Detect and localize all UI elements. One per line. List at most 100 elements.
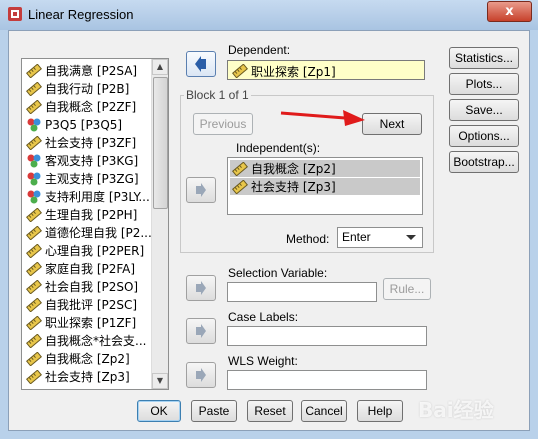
variable-item[interactable]: 社会自我 [P2SO]	[26, 278, 154, 295]
plots-button[interactable]: Plots...	[449, 73, 519, 95]
variable-item[interactable]: 社会支持 [Zp3]	[26, 368, 154, 385]
variable-item[interactable]: 自我行动 [P2B]	[26, 80, 154, 97]
scroll-down-button[interactable]: ▼	[152, 373, 168, 389]
variable-item[interactable]: 支持利用度 [P3LY...	[26, 188, 154, 205]
dependent-value: 职业探索 [Zp1]	[251, 65, 336, 79]
ruler-icon	[26, 315, 42, 330]
case-labels-label: Case Labels:	[228, 310, 299, 324]
variable-item[interactable]: 道德伦理自我 [P2...	[26, 224, 154, 241]
scroll-thumb[interactable]	[153, 77, 168, 209]
ruler-icon	[26, 333, 42, 348]
ruler-icon	[26, 351, 42, 366]
selection-variable-field[interactable]	[227, 282, 377, 302]
independents-label: Independent(s):	[236, 141, 321, 155]
variable-list-scrollbar[interactable]: ▲ ▼	[151, 59, 168, 389]
options-button[interactable]: Options...	[449, 125, 519, 147]
variable-label: 职业探索 [P1ZF]	[45, 316, 137, 330]
scroll-up-button[interactable]: ▲	[152, 59, 168, 75]
variable-item[interactable]: 生理自我 [P2PH]	[26, 206, 154, 223]
move-to-dependent-button[interactable]	[186, 51, 216, 77]
variable-label: 社会支持 [Zp3]	[45, 370, 130, 384]
variable-item[interactable]: 自我概念 [Zp2]	[26, 350, 154, 367]
linear-regression-window: Linear Regression x 社会支持 [Zp3] 自我概念 [Zp2]…	[0, 0, 538, 439]
variable-item[interactable]: 自我概念*社会支...	[26, 332, 154, 349]
arrow-right-icon	[196, 281, 206, 295]
title-bar[interactable]: Linear Regression x	[0, 0, 538, 30]
ruler-icon	[232, 179, 248, 194]
ruler-icon	[26, 63, 42, 78]
move-to-case-labels-button[interactable]	[186, 318, 216, 344]
method-select[interactable]: Enter	[337, 227, 423, 248]
ruler-icon	[232, 161, 248, 176]
ruler-icon	[232, 64, 248, 78]
watermark: Bai经验	[418, 398, 494, 422]
method-value: Enter	[342, 230, 371, 244]
variable-label: 自我概念*社会支...	[45, 334, 147, 348]
variable-label: 主观支持 [P3ZG]	[45, 172, 139, 186]
ruler-icon	[26, 225, 42, 240]
variable-label: P3Q5 [P3Q5]	[45, 117, 123, 132]
ok-button[interactable]: OK	[137, 400, 181, 422]
variable-item[interactable]: 社会支持 [P3ZF]	[26, 134, 154, 151]
variable-item[interactable]: 自我满意 [P2SA]	[26, 62, 154, 79]
variable-item[interactable]: 职业探索 [P1ZF]	[26, 314, 154, 331]
wls-weight-label: WLS Weight:	[228, 354, 298, 368]
dependent-field[interactable]: 职业探索 [Zp1]	[227, 60, 425, 80]
arrow-left-icon	[195, 56, 206, 72]
arrow-right-icon	[196, 183, 206, 197]
variable-item[interactable]: P3Q5 [P3Q5]	[26, 116, 154, 133]
nominal-icon	[27, 172, 41, 185]
ruler-icon	[26, 135, 42, 150]
paste-button[interactable]: Paste	[191, 400, 237, 422]
wls-weight-field[interactable]	[227, 370, 427, 390]
variable-item[interactable]: 主观支持 [P3ZG]	[26, 170, 154, 187]
chevron-down-icon	[406, 235, 416, 240]
variable-label: 自我概念 [Zp2]	[45, 352, 130, 366]
ruler-icon	[26, 297, 42, 312]
dependent-label: Dependent:	[228, 43, 291, 57]
case-labels-field[interactable]	[227, 326, 427, 346]
move-to-selection-button[interactable]	[186, 275, 216, 301]
independent-item[interactable]: 自我概念 [Zp2]	[230, 160, 420, 177]
ruler-icon	[26, 261, 42, 276]
variable-label: 社会自我 [P2SO]	[45, 280, 139, 294]
move-to-wls-button[interactable]	[186, 362, 216, 388]
variable-label: 社会支持 [P3ZF]	[45, 136, 137, 150]
ruler-icon	[26, 369, 42, 384]
variable-item[interactable]: 客观支持 [P3KG]	[26, 152, 154, 169]
reset-button[interactable]: Reset	[247, 400, 293, 422]
variable-label: 自我概念 [P2ZF]	[45, 100, 137, 114]
variable-item[interactable]: 自我批评 [P2SC]	[26, 296, 154, 313]
independent-label: 社会支持 [Zp3]	[251, 180, 336, 194]
variable-item[interactable]: 心理自我 [P2PER]	[26, 242, 154, 259]
statistics-button[interactable]: Statistics...	[449, 47, 519, 69]
ruler-icon	[26, 81, 42, 96]
cancel-button[interactable]: Cancel	[301, 400, 347, 422]
rule-button[interactable]: Rule...	[383, 278, 431, 300]
variable-item[interactable]: 自我概念 [P2ZF]	[26, 98, 154, 115]
variable-label: 客观支持 [P3KG]	[45, 154, 139, 168]
independents-list[interactable]: 自我概念 [Zp2] 社会支持 [Zp3]	[227, 157, 423, 215]
variable-label: 自我满意 [P2SA]	[45, 64, 138, 78]
previous-button[interactable]: Previous	[193, 113, 253, 135]
variable-item[interactable]: 家庭自我 [P2FA]	[26, 260, 154, 277]
independent-label: 自我概念 [Zp2]	[251, 162, 336, 176]
nominal-icon	[27, 190, 41, 203]
variable-label: 自我行动 [P2B]	[45, 82, 130, 96]
bootstrap-button[interactable]: Bootstrap...	[449, 151, 519, 173]
close-button[interactable]: x	[487, 1, 532, 22]
nominal-icon	[27, 118, 41, 131]
independent-item[interactable]: 社会支持 [Zp3]	[230, 178, 420, 195]
help-button[interactable]: Help	[357, 400, 403, 422]
spss-app-icon	[8, 7, 22, 21]
arrow-right-icon	[196, 368, 206, 382]
ruler-icon	[26, 243, 42, 258]
variable-label: 道德伦理自我 [P2...	[45, 226, 152, 240]
variable-list[interactable]: 社会支持 [Zp3] 自我概念 [Zp2] 自我概念*社会支... 职业探索 [P1Z…	[21, 58, 169, 390]
variable-label: 心理自我 [P2PER]	[45, 244, 145, 258]
variable-label: 自我批评 [P2SC]	[45, 298, 138, 312]
ruler-icon	[26, 99, 42, 114]
save-button[interactable]: Save...	[449, 99, 519, 121]
move-to-independents-button[interactable]	[186, 177, 216, 203]
next-button[interactable]: Next	[362, 113, 422, 135]
